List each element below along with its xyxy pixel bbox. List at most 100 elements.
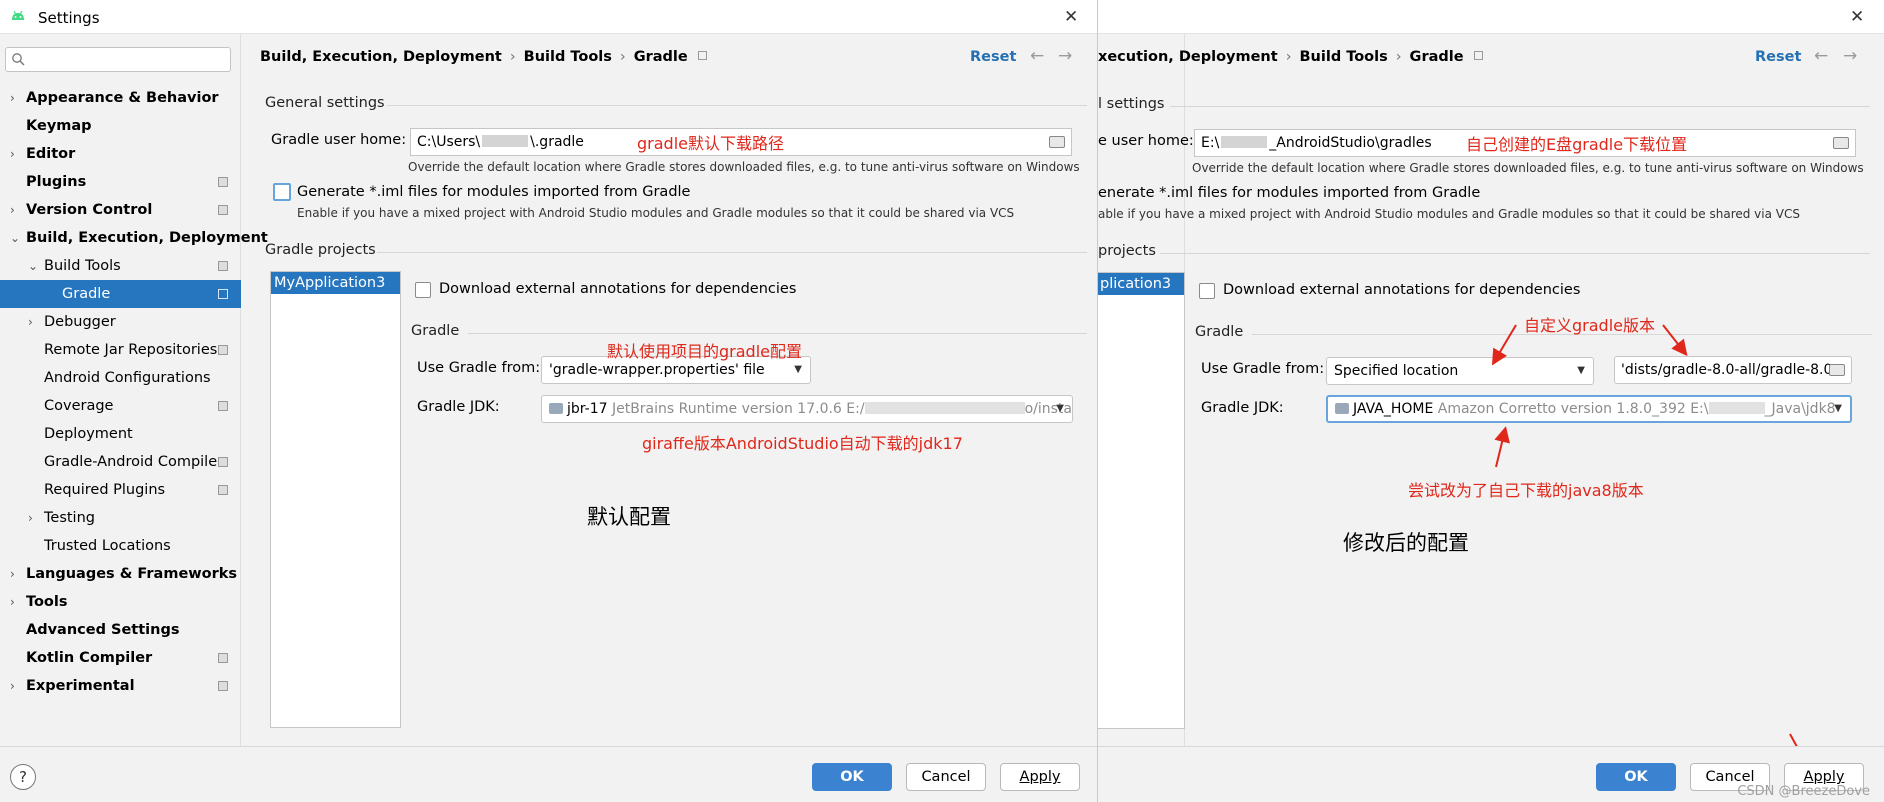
gradle-user-home-label: e user home:	[1098, 133, 1194, 149]
sidebar-item-coverage[interactable]: Coverage	[0, 392, 241, 420]
download-annotations-label: Download external annotations for depend…	[1223, 282, 1581, 298]
divider	[1160, 253, 1870, 254]
gradle-location-field[interactable]: 'dists/gradle-8.0-all/gradle-8.0	[1614, 356, 1852, 384]
sidebar-item-deployment[interactable]: Deployment	[0, 420, 241, 448]
download-annotations-checkbox[interactable]	[1199, 283, 1215, 299]
sidebar-item-trusted-locations[interactable]: Trusted Locations	[0, 532, 241, 560]
dialog-footer: OK Cancel Apply CSDN @BreezeDove	[1098, 746, 1884, 802]
sidebar-item-advanced-settings[interactable]: Advanced Settings	[0, 616, 241, 644]
sidebar-item-tools[interactable]: › Tools	[0, 588, 241, 616]
sidebar-item-android-configurations[interactable]: Android Configurations	[0, 364, 241, 392]
sidebar-item-label: Build, Execution, Deployment	[26, 230, 268, 246]
chevron-right-icon[interactable]: ›	[10, 196, 15, 224]
gradle-jdk-select[interactable]: JAVA_HOME Amazon Corretto version 1.8.0_…	[1326, 395, 1852, 423]
redacted-area	[482, 135, 529, 147]
project-item[interactable]: MyApplication3	[271, 272, 400, 294]
reset-link[interactable]: Reset	[970, 49, 1016, 65]
chevron-right-icon[interactable]: ›	[10, 140, 15, 168]
chevron-right-icon[interactable]: ›	[10, 560, 15, 588]
chevron-right-icon[interactable]: ›	[28, 504, 33, 532]
sidebar-item-editor[interactable]: › Editor	[0, 140, 241, 168]
chevron-right-icon[interactable]: ›	[10, 84, 15, 112]
back-arrow-icon[interactable]: ←	[1030, 46, 1044, 66]
use-gradle-from-select[interactable]: Specified location ▼	[1326, 357, 1594, 385]
gradle-projects-heading: projects	[1098, 243, 1156, 259]
gradle-projects-heading: Gradle projects	[265, 242, 376, 258]
sidebar-item-appearance-behavior[interactable]: › Appearance & Behavior	[0, 84, 241, 112]
sidebar-item-label: Testing	[44, 510, 95, 526]
use-gradle-from-label: Use Gradle from:	[417, 360, 541, 376]
sidebar-item-gradle-android-compiler[interactable]: Gradle-Android Compiler	[0, 448, 241, 476]
redacted-area	[1708, 402, 1765, 414]
sidebar-item-required-plugins[interactable]: Required Plugins	[0, 476, 241, 504]
chevron-right-icon[interactable]: ›	[10, 672, 15, 700]
settings-window-modified: ✕ xecution, Deployment › Build Tools › Gradl…	[1098, 0, 1884, 802]
gradle-settings-panel: xecution, Deployment › Build Tools › Gradle …	[1098, 34, 1884, 802]
annotation-home: gradle默认下载路径	[637, 134, 784, 153]
settings-sidebar: › Appearance & Behavior Keymap › Editor Plugi…	[0, 34, 268, 802]
sidebar-item-version-control[interactable]: › Version Control	[0, 196, 241, 224]
breadcrumb-item[interactable]: Build Tools	[524, 49, 612, 65]
folder-icon[interactable]	[1049, 136, 1065, 148]
override-hint: Override the default location where Grad…	[1192, 161, 1864, 175]
annotation-home: 自己创建的E盘gradle下载位置	[1466, 135, 1688, 154]
sidebar-item-languages-frameworks[interactable]: › Languages & Frameworks	[0, 560, 241, 588]
sidebar-item-label: Android Configurations	[44, 370, 211, 386]
project-item[interactable]: plication3	[1098, 273, 1184, 295]
sidebar-item-debugger[interactable]: › Debugger	[0, 308, 241, 336]
breadcrumb-item[interactable]: xecution, Deployment	[1098, 49, 1278, 65]
breadcrumb-item[interactable]: Build, Execution, Deployment	[260, 49, 502, 65]
sidebar-item-kotlin-compiler[interactable]: Kotlin Compiler	[0, 644, 241, 672]
sidebar-item-build-execution-deployment[interactable]: ⌄ Build, Execution, Deployment	[0, 224, 268, 252]
reset-link[interactable]: Reset	[1755, 49, 1801, 65]
chevron-down-icon[interactable]: ⌄	[28, 252, 38, 280]
ok-button[interactable]: OK	[812, 763, 892, 791]
project-scope-icon	[218, 177, 228, 187]
folder-icon[interactable]	[1833, 137, 1849, 149]
sidebar-item-plugins[interactable]: Plugins	[0, 168, 241, 196]
search-input[interactable]	[5, 47, 231, 72]
sidebar-item-testing[interactable]: › Testing	[0, 504, 241, 532]
project-scope-icon	[218, 261, 228, 271]
pin-icon	[697, 51, 707, 60]
generate-iml-hint: Enable if you have a mixed project with …	[297, 206, 1015, 220]
sidebar-item-label: Trusted Locations	[44, 538, 171, 554]
sidebar-item-gradle[interactable]: Gradle	[0, 280, 241, 308]
sidebar-item-label: Keymap	[26, 118, 92, 134]
close-icon[interactable]: ✕	[1850, 7, 1864, 27]
generate-iml-checkbox[interactable]	[273, 183, 291, 201]
sidebar-item-label: Kotlin Compiler	[26, 650, 153, 666]
sidebar-item-label: Coverage	[44, 398, 114, 414]
sidebar-item-build-tools[interactable]: ⌄ Build Tools	[0, 252, 241, 280]
forward-arrow-icon[interactable]: →	[1843, 46, 1857, 66]
gradle-jdk-select[interactable]: jbr-17 JetBrains Runtime version 17.0.6 …	[541, 395, 1073, 423]
ok-button[interactable]: OK	[1596, 763, 1676, 791]
project-scope-icon	[218, 205, 228, 215]
help-icon[interactable]: ?	[10, 764, 36, 790]
chevron-down-icon[interactable]: ⌄	[10, 224, 20, 252]
gradle-projects-list[interactable]: MyApplication3	[270, 271, 401, 728]
chevron-right-icon[interactable]: ›	[28, 308, 33, 336]
title-bar: Settings ✕	[0, 0, 1097, 34]
gradle-projects-list[interactable]: plication3	[1098, 272, 1185, 729]
folder-icon[interactable]	[1829, 364, 1845, 376]
sidebar-item-label: Appearance & Behavior	[26, 90, 219, 106]
sidebar-item-label: Plugins	[26, 174, 87, 190]
back-arrow-icon[interactable]: ←	[1814, 46, 1828, 66]
chevron-right-icon[interactable]: ›	[10, 588, 15, 616]
close-icon[interactable]: ✕	[1064, 7, 1078, 27]
chevron-down-icon: ▼	[1056, 403, 1064, 414]
divider	[387, 105, 1087, 106]
gradle-settings-panel: Build, Execution, Deployment › Build Tools…	[242, 34, 1097, 802]
pin-icon	[1473, 51, 1483, 60]
sidebar-item-experimental[interactable]: › Experimental	[0, 672, 241, 700]
apply-button[interactable]: Apply	[1000, 763, 1080, 791]
sidebar-item-remote-jar-repositories[interactable]: Remote Jar Repositories	[0, 336, 241, 364]
forward-arrow-icon[interactable]: →	[1058, 46, 1072, 66]
sidebar-item-keymap[interactable]: Keymap	[0, 112, 241, 140]
breadcrumb-item[interactable]: Build Tools	[1300, 49, 1388, 65]
download-annotations-checkbox[interactable]	[415, 282, 431, 298]
breadcrumb-item: Gradle	[1409, 49, 1464, 65]
cancel-button[interactable]: Cancel	[906, 763, 986, 791]
project-scope-icon	[218, 345, 228, 355]
